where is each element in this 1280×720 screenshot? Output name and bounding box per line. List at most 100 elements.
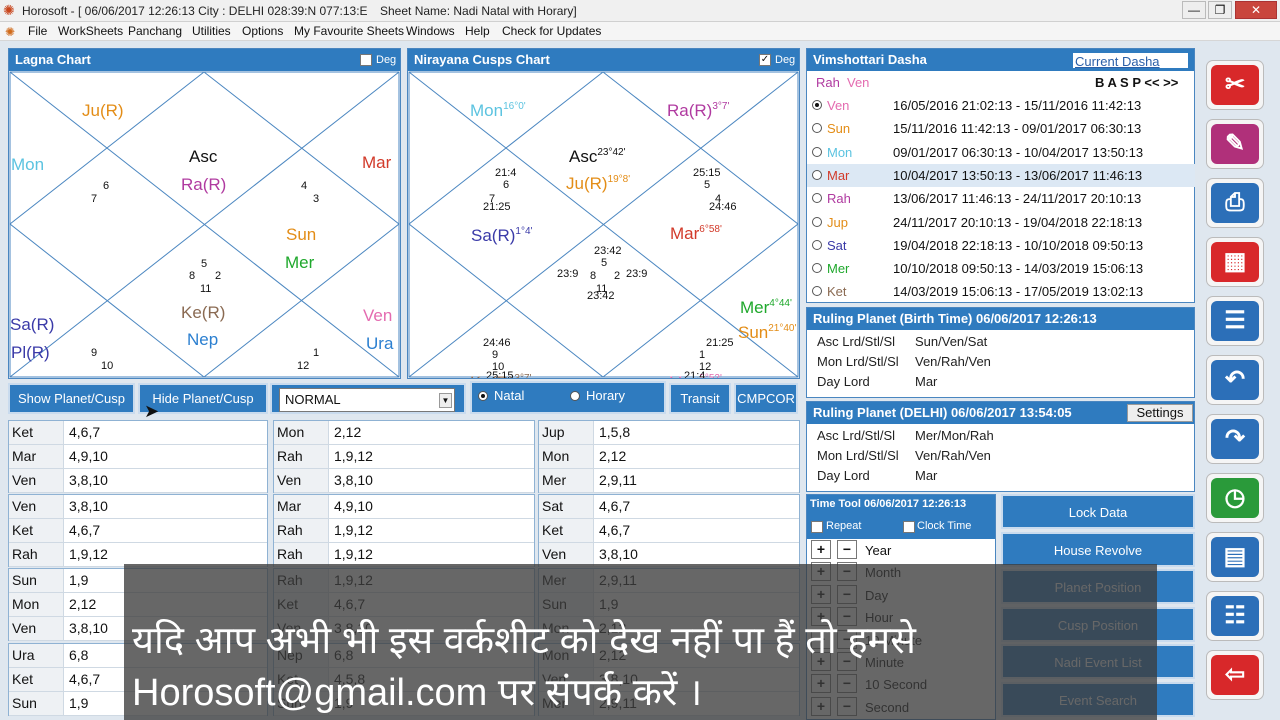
menu-app-icon[interactable]: ✺ [5, 25, 15, 39]
sidebar-button[interactable]: ↶ [1206, 355, 1264, 405]
dasha-row[interactable]: Ven 16/05/2016 21:02:13 - 15/11/2016 11:4… [807, 94, 1195, 117]
table-row[interactable]: Jup 1,5,8 [539, 421, 799, 445]
asc-lord-value: Mer/Mon/Rah [915, 428, 994, 443]
dasha-row[interactable]: Ket 14/03/2019 15:06:13 - 17/05/2019 13:0… [807, 280, 1195, 303]
table-row[interactable]: Mon 2,12 [539, 445, 799, 469]
menu-favourite-sheets[interactable]: My Favourite Sheets [294, 24, 404, 38]
table-row[interactable]: Ven 3,8,10 [274, 469, 534, 493]
dasha-row[interactable]: Rah 13/06/2017 11:46:13 - 24/11/2017 20:1… [807, 187, 1195, 210]
dasha-radio[interactable] [812, 216, 822, 227]
deg-checkbox[interactable] [360, 54, 372, 66]
dasha-row[interactable]: Mer 10/10/2018 09:50:13 - 14/03/2019 15:0… [807, 257, 1195, 280]
mon-lord-label: Mon Lrd/Stl/Sl [817, 354, 899, 369]
sidebar-button[interactable]: ⎙ [1206, 178, 1264, 228]
table-row[interactable]: Ket 4,6,7 [539, 519, 799, 543]
sidebar-button[interactable]: ⇦ [1206, 650, 1264, 700]
cusp-label: 21:25 [483, 201, 511, 213]
natal-radio[interactable] [478, 391, 488, 401]
row-houses: 1,9 [69, 572, 89, 588]
cusp-label: 21:4 [684, 370, 705, 378]
table-row[interactable]: Rah 1,9,12 [274, 445, 534, 469]
dasha-radio[interactable] [812, 263, 822, 274]
increment-button[interactable]: + [811, 540, 831, 559]
dasha-nav[interactable]: B A S P << >> [1095, 75, 1178, 90]
table-row[interactable]: Mon 2,12 [274, 421, 534, 445]
app-icon: ✺ [3, 2, 15, 18]
table-row[interactable]: Ven 3,8,10 [9, 495, 267, 519]
dasha-radio[interactable] [812, 100, 822, 110]
menu-help[interactable]: Help [465, 24, 490, 38]
table-row[interactable]: Sat 4,6,7 [539, 495, 799, 519]
print-icon: ⎙ [1211, 183, 1259, 223]
dasha-row[interactable]: Mar 10/04/2017 13:50:13 - 13/06/2017 11:4… [807, 163, 1195, 187]
settings-button[interactable]: Settings [1127, 404, 1193, 422]
table-row[interactable]: Ket 4,6,7 [9, 519, 267, 543]
row-houses: 1,9,12 [69, 546, 108, 562]
sidebar-button[interactable]: ◷ [1206, 473, 1264, 523]
maximize-button[interactable]: ❐ [1208, 1, 1232, 19]
dasha-period: 13/06/2017 11:46:13 - 24/11/2017 20:10:1… [893, 191, 1142, 207]
cusp-label: 23:42 [594, 245, 622, 257]
current-dasha-button[interactable]: Current Dasha [1072, 52, 1189, 69]
mode-select[interactable]: NORMAL ▼ [279, 388, 455, 412]
dasha-radio[interactable] [812, 169, 822, 180]
close-button[interactable]: ✕ [1235, 1, 1277, 19]
dasha-radio[interactable] [812, 123, 822, 134]
dasha-radio[interactable] [812, 239, 822, 250]
sidebar-button[interactable]: ▦ [1206, 237, 1264, 287]
transit-button[interactable]: Transit [669, 383, 731, 414]
dasha-planet: Mar [827, 167, 850, 183]
decrement-button[interactable]: − [837, 540, 857, 559]
dasha-radio[interactable] [812, 193, 822, 204]
cmpcor-button[interactable]: CMPCOR [734, 383, 798, 414]
menu-check-updates[interactable]: Check for Updates [502, 24, 601, 38]
deg-checkbox[interactable]: ✓ [759, 54, 771, 66]
show-planet-cusp-button[interactable]: Show Planet/Cusp [8, 383, 135, 414]
table-row[interactable]: Mar 4,9,10 [9, 445, 267, 469]
minimize-button[interactable]: — [1182, 1, 1206, 19]
dasha-planet: Mon [827, 144, 853, 160]
dasha-radio[interactable] [812, 286, 822, 297]
dasha-antar: Ven [847, 75, 870, 90]
sidebar-button[interactable]: ▤ [1206, 532, 1264, 582]
row-planet: Jup [539, 421, 594, 444]
table-row[interactable]: Rah 1,9,12 [274, 519, 534, 543]
menu-file[interactable]: File [28, 24, 47, 38]
table-row[interactable]: Mer 2,9,11 [539, 469, 799, 493]
row-houses: 4,6,7 [69, 522, 101, 538]
table-row[interactable]: Ven 3,8,10 [9, 469, 267, 493]
sidebar-button[interactable]: ↷ [1206, 414, 1264, 464]
clock-time-checkbox[interactable] [903, 521, 915, 533]
menu-panchang[interactable]: Panchang [128, 24, 182, 38]
menu-utilities[interactable]: Utilities [192, 24, 231, 38]
menu-worksheets[interactable]: WorkSheets [58, 24, 123, 38]
sidebar-button[interactable]: ☰ [1206, 296, 1264, 346]
horary-radio[interactable] [570, 391, 580, 401]
row-planet: Ket [539, 519, 594, 542]
chevron-down-icon[interactable]: ▼ [439, 393, 452, 408]
dasha-radio[interactable] [812, 146, 822, 157]
significator-group: Jup 1,5,8 Mon 2,12 Mer 2,9,11 [538, 420, 800, 493]
dasha-row[interactable]: Mon 09/01/2017 06:30:13 - 10/04/2017 13:5… [807, 141, 1195, 164]
dasha-row[interactable]: Sat 19/04/2018 22:18:13 - 10/10/2018 09:5… [807, 234, 1195, 257]
table-row[interactable]: Ket 4,6,7 [9, 421, 267, 445]
cusp-label: 21:4 [495, 167, 516, 179]
action-button[interactable]: House Revolve [1001, 531, 1195, 567]
row-planet: Ven [539, 543, 594, 566]
lagna-planet: Ke(R) [181, 303, 225, 322]
house-number: 12 [297, 360, 309, 372]
dasha-row[interactable]: Sun 15/11/2016 11:42:13 - 09/01/2017 06:3… [807, 117, 1195, 140]
dasha-planet: Jup [827, 214, 848, 230]
sidebar-button[interactable]: ✂ [1206, 60, 1264, 110]
sidebar-button[interactable]: ✎ [1206, 119, 1264, 169]
sidebar-button[interactable]: ☷ [1206, 591, 1264, 641]
action-button[interactable]: Lock Data [1001, 494, 1195, 529]
row-houses: 4,9,10 [334, 498, 373, 514]
repeat-checkbox[interactable] [811, 521, 823, 533]
menu-options[interactable]: Options [242, 24, 283, 38]
dasha-row[interactable]: Jup 24/11/2017 20:10:13 - 19/04/2018 22:1… [807, 211, 1195, 234]
table-row[interactable]: Mar 4,9,10 [274, 495, 534, 519]
menu-windows[interactable]: Windows [406, 24, 455, 38]
significator-group: Sat 4,6,7 Ket 4,6,7 Ven 3,8,10 [538, 494, 800, 567]
cusp-label: 23:42 [587, 290, 615, 302]
